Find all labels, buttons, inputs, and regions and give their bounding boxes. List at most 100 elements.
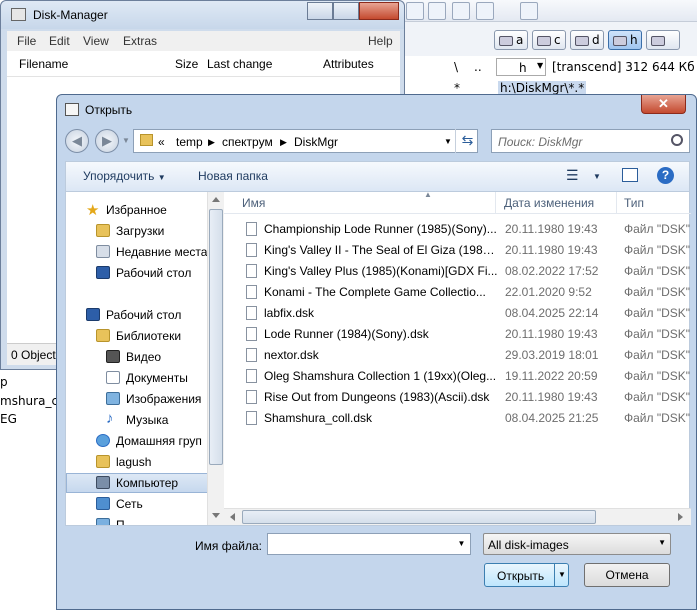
drive-button-d[interactable]: d <box>570 30 604 50</box>
breadcrumb-temp[interactable]: temp <box>176 135 203 149</box>
search-input[interactable]: Поиск: DiskMgr <box>491 129 690 153</box>
file-row[interactable]: Lode Runner (1984)(Sony).dsk 20.11.1980 1… <box>224 324 691 345</box>
toolbar-icon[interactable] <box>406 2 424 20</box>
nav-item-documents[interactable]: Документы <box>66 368 214 388</box>
menu-extras[interactable]: Extras <box>123 34 157 48</box>
breadcrumb-separator-icon[interactable]: ▶ <box>280 137 287 148</box>
file-row[interactable]: Rise Out from Dungeons (1983)(Ascii).dsk… <box>224 387 691 408</box>
organize-button[interactable]: Упорядочить ▼ <box>83 169 166 183</box>
breadcrumb-diskmgr[interactable]: DiskMgr <box>294 135 338 149</box>
drive-button-h[interactable]: h <box>608 30 642 50</box>
filename-dropdown-icon[interactable]: ▼ <box>453 534 470 554</box>
drive-icon <box>499 35 513 46</box>
toolbar-icon[interactable] <box>520 2 538 20</box>
menu-file[interactable]: File <box>17 34 36 48</box>
nav-item-recent-places[interactable]: Недавние места <box>66 242 214 262</box>
file-row[interactable]: King's Valley II - The Seal of El Giza (… <box>224 240 691 261</box>
nav-item-libraries[interactable]: Библиотеки <box>66 326 214 346</box>
column-attributes[interactable]: Attributes <box>323 57 374 71</box>
open-button[interactable]: Открыть ▼ <box>484 563 569 587</box>
nav-item-video[interactable]: Видео <box>66 347 214 367</box>
forward-button[interactable]: ▶ <box>95 129 119 153</box>
nav-item-control-panel[interactable]: П <box>66 515 214 525</box>
nav-item-user[interactable]: lagush <box>66 452 214 472</box>
dialog-titlebar[interactable]: Открыть ✕ <box>57 95 696 125</box>
column-separator[interactable] <box>495 192 496 214</box>
file-row[interactable]: Championship Lode Runner (1985)(Sony)...… <box>224 219 691 240</box>
nav-item-favorites[interactable]: ★ Избранное <box>66 200 214 220</box>
homegroup-icon <box>96 434 110 447</box>
nav-pane-scrollbar[interactable] <box>207 192 224 525</box>
new-folder-button[interactable]: Новая папка <box>198 169 268 183</box>
nav-item-music[interactable]: ♪ Музыка <box>66 410 214 430</box>
column-type[interactable]: Тип <box>624 196 644 210</box>
close-button[interactable]: ✕ <box>641 95 686 114</box>
back-button[interactable]: ◀ <box>65 129 89 153</box>
scroll-up-icon[interactable] <box>212 197 220 202</box>
menu-edit[interactable]: Edit <box>49 34 70 48</box>
user-folder-icon <box>96 455 110 468</box>
file-row[interactable]: labfix.dsk 08.04.2025 22:14 Файл "DSK" <box>224 303 691 324</box>
column-filename[interactable]: Filename <box>19 57 68 71</box>
folder-icon <box>140 134 153 146</box>
toolbar-icon[interactable] <box>428 2 446 20</box>
nav-item-network[interactable]: Сеть <box>66 494 214 514</box>
toolbar-icon[interactable] <box>452 2 470 20</box>
nav-item-homegroup[interactable]: Домашняя груп <box>66 431 214 451</box>
nav-item-desktop[interactable]: Рабочий стол <box>66 305 214 325</box>
close-button[interactable] <box>359 2 399 20</box>
recent-locations-chevron-icon[interactable]: ▼ <box>122 136 130 145</box>
file-row[interactable]: King's Valley Plus (1985)(Konami)[GDX Fi… <box>224 261 691 282</box>
path-up[interactable]: .. <box>474 60 482 74</box>
window-title: Disk-Manager <box>33 8 108 22</box>
preview-pane-icon[interactable] <box>622 168 638 182</box>
path-root[interactable]: \ <box>454 60 458 74</box>
nav-item-pictures[interactable]: Изображения <box>66 389 214 409</box>
help-icon[interactable]: ? <box>657 167 674 184</box>
column-name[interactable]: Имя <box>242 196 265 210</box>
address-dropdown-icon[interactable]: ▼ <box>444 137 452 146</box>
column-last-change[interactable]: Last change <box>207 57 272 71</box>
column-size[interactable]: Size <box>175 57 198 71</box>
menu-view[interactable]: View <box>83 34 109 48</box>
breadcrumb-spectrum[interactable]: спектрум <box>222 135 273 149</box>
filename-input[interactable] <box>267 533 471 555</box>
scroll-thumb[interactable] <box>209 209 223 465</box>
view-dropdown-icon[interactable]: ▼ <box>593 172 601 181</box>
cancel-button[interactable]: Отмена <box>584 563 670 587</box>
address-bar[interactable]: « temp ▶ спектрум ▶ DiskMgr ▼ <box>133 129 478 153</box>
drive-select[interactable]: h ▼ <box>496 58 546 76</box>
titlebar[interactable]: Disk-Manager <box>1 1 404 29</box>
refresh-button[interactable]: ⇆ <box>455 129 479 153</box>
sort-indicator-icon: ▲ <box>424 190 432 199</box>
file-row[interactable]: nextor.dsk 29.03.2019 18:01 Файл "DSK" <box>224 345 691 366</box>
network-drive-button[interactable] <box>646 30 680 50</box>
nav-item-computer[interactable]: Компьютер <box>66 473 214 493</box>
nav-item-downloads[interactable]: Загрузки <box>66 221 214 241</box>
scroll-thumb[interactable] <box>242 510 596 524</box>
file-row[interactable]: Shamshura_coll.dsk 08.04.2025 21:25 Файл "… <box>224 408 691 429</box>
pictures-icon <box>106 392 120 405</box>
file-row[interactable]: Oleg Shamshura Collection 1 (19xx)(Oleg.… <box>224 366 691 387</box>
open-options-chevron-icon[interactable]: ▼ <box>554 564 569 586</box>
drive-button-c[interactable]: c <box>532 30 566 50</box>
file-type-select[interactable]: All disk-images ▼ <box>483 533 671 555</box>
menu-help[interactable]: Help <box>368 34 393 48</box>
toolbar-icon[interactable] <box>476 2 494 20</box>
column-separator[interactable] <box>616 192 617 214</box>
nav-item-desktop-favorite[interactable]: Рабочий стол <box>66 263 214 283</box>
scroll-down-icon[interactable] <box>212 513 220 518</box>
breadcrumb-overflow[interactable]: « <box>158 135 165 149</box>
maximize-button[interactable] <box>333 2 359 20</box>
view-options-icon[interactable]: ☰ <box>566 167 579 184</box>
horizontal-scrollbar[interactable] <box>224 508 691 525</box>
column-date-modified[interactable]: Дата изменения <box>504 196 594 210</box>
breadcrumb-separator-icon[interactable]: ▶ <box>208 137 215 148</box>
scroll-right-icon[interactable] <box>678 513 683 521</box>
search-icon <box>671 134 683 146</box>
minimize-button[interactable] <box>307 2 333 20</box>
drive-button-a[interactable]: a <box>494 30 528 50</box>
file-row[interactable]: Konami - The Complete Game Collectio... 2… <box>224 282 691 303</box>
scroll-left-icon[interactable] <box>230 513 235 521</box>
video-icon <box>106 350 120 363</box>
